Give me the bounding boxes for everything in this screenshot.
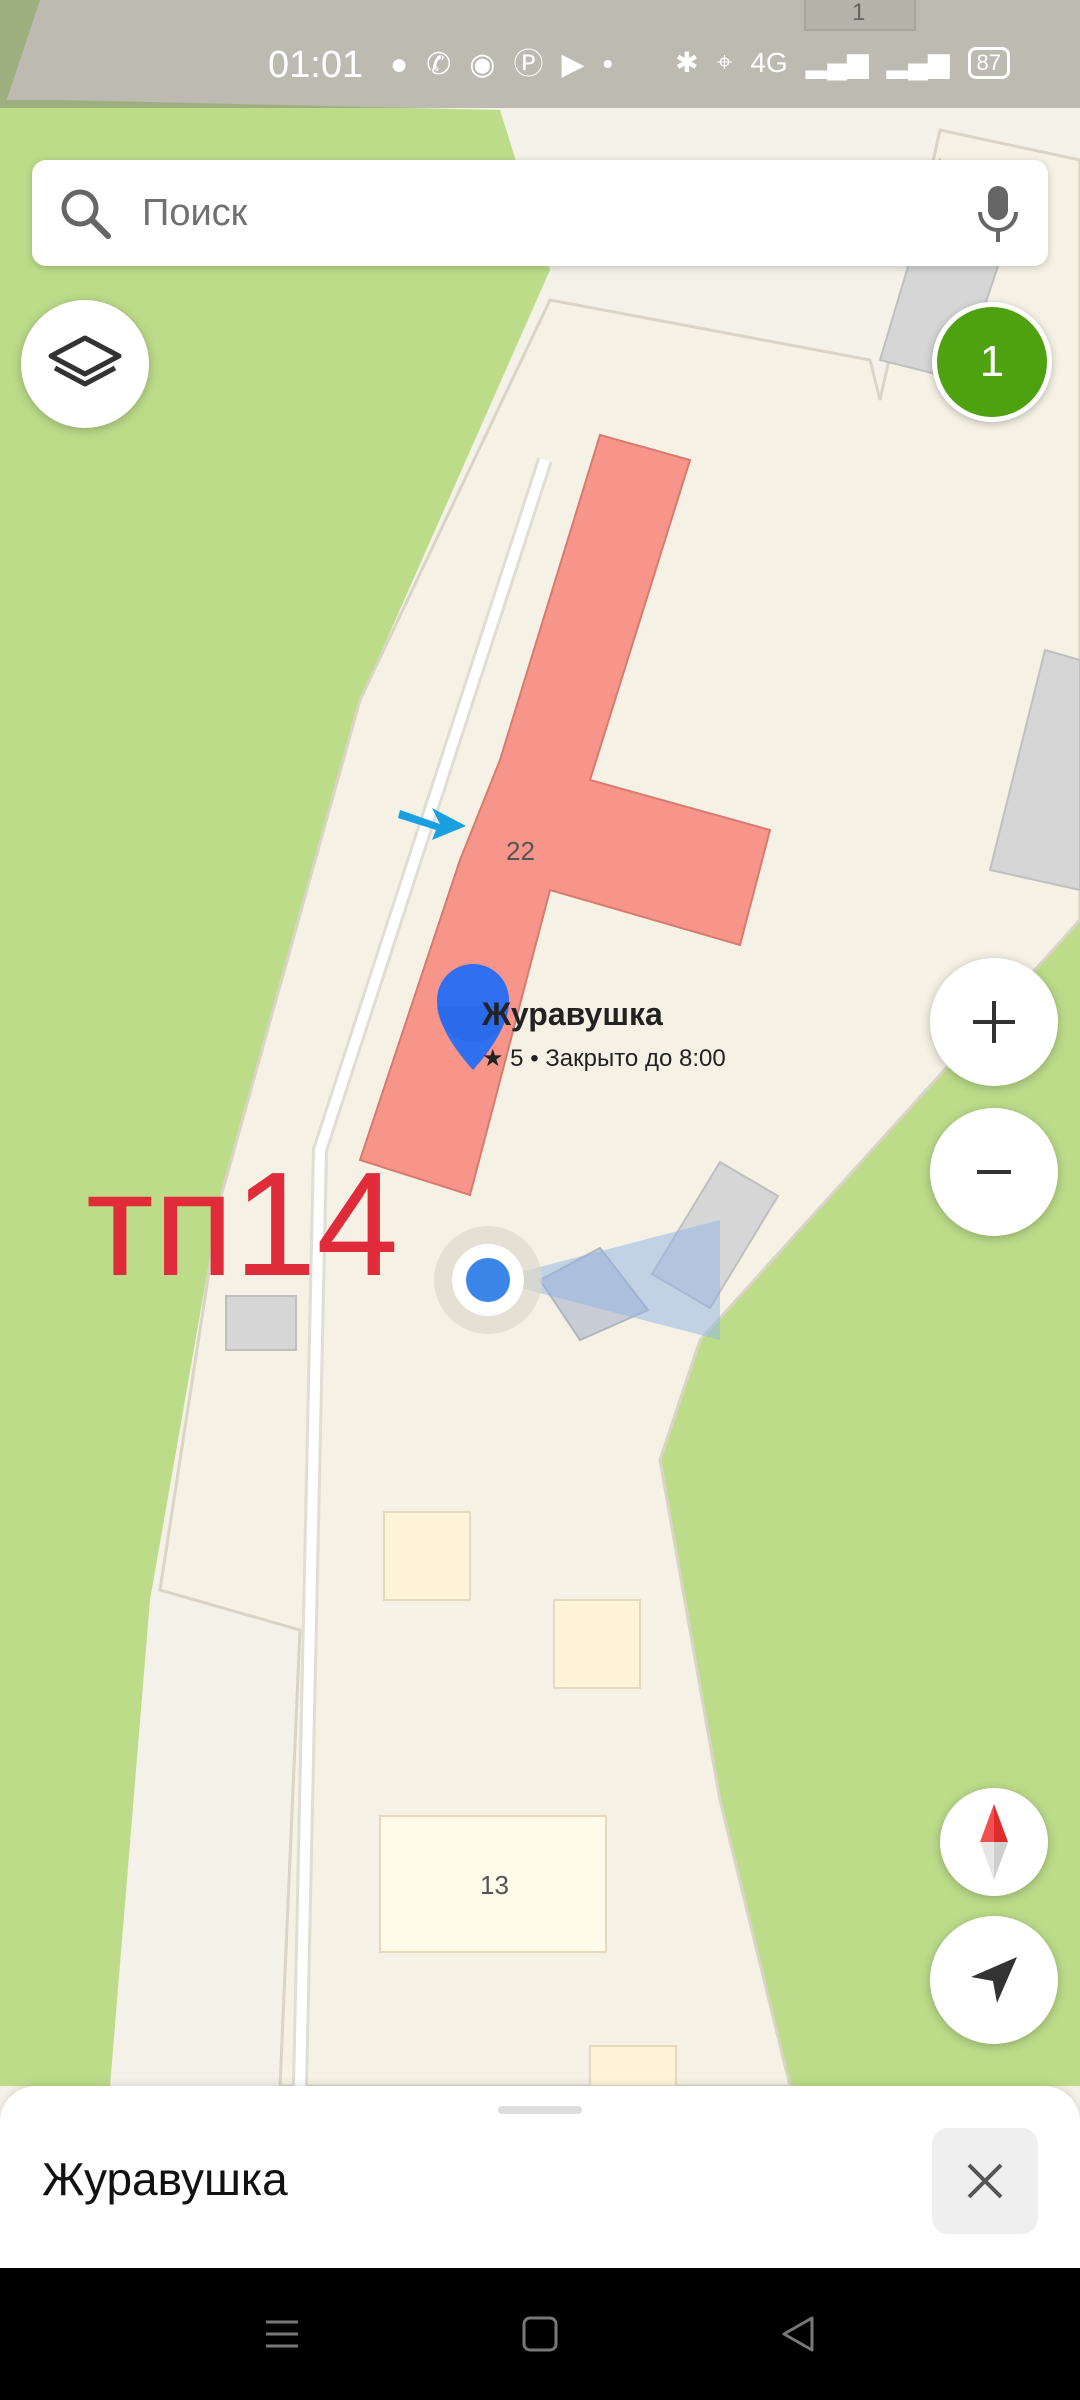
- battery-level: 87: [967, 46, 1010, 79]
- plus-icon: [973, 1001, 1015, 1043]
- bottom-sheet[interactable]: Журавушка: [0, 2086, 1080, 2268]
- counter-badge[interactable]: 1: [932, 302, 1052, 422]
- youtube-icon: ▶: [561, 48, 585, 81]
- dot-icon: •: [602, 48, 614, 81]
- pinterest-icon: Ⓟ: [513, 48, 544, 81]
- back-icon[interactable]: [778, 2314, 818, 2354]
- poi-rating-status: ★ 5 • Закрыто до 8:00: [482, 1045, 726, 1072]
- building-beige-3: [589, 2045, 677, 2087]
- minus-icon: [977, 1170, 1011, 1174]
- search-placeholder: Поиск: [142, 192, 248, 234]
- menu-icon[interactable]: [262, 2314, 302, 2354]
- system-icons: ✱ ⌖ 4G ▂▄▆ ▂▄▆ 87: [675, 46, 1010, 79]
- building-number-22: 22: [506, 836, 535, 866]
- browser-icon: ◉: [469, 48, 496, 81]
- sheet-title: Журавушка: [42, 2153, 288, 2205]
- status-time: 01:01: [268, 44, 364, 86]
- navigation-arrow-icon: [971, 1957, 1017, 2003]
- zoom-out-button[interactable]: [930, 1108, 1058, 1236]
- location-dot: [466, 1258, 510, 1302]
- status-bar: 01:01 ● ✆ ◉ Ⓟ ▶ • ✱ ⌖ 4G ▂▄▆ ▂▄▆ 87: [0, 0, 1080, 108]
- signal-icon-2: ▂▄▆: [886, 47, 950, 78]
- close-icon: [967, 2163, 1003, 2199]
- system-navigation-bar: [0, 2268, 1080, 2400]
- microphone-icon[interactable]: [976, 184, 1020, 244]
- location-icon: ⌖: [716, 46, 733, 77]
- layers-icon: [48, 335, 122, 387]
- close-button[interactable]: [932, 2128, 1038, 2234]
- sheet-handle[interactable]: [498, 2106, 582, 2114]
- notification-icons: ● ✆ ◉ Ⓟ ▶ •: [390, 48, 613, 82]
- zoom-in-button[interactable]: [930, 958, 1058, 1086]
- bluetooth-icon: ✱: [675, 47, 699, 78]
- viber-icon: ✆: [426, 48, 452, 81]
- my-location-button[interactable]: [930, 1916, 1058, 2044]
- signal-icon: ▂▄▆: [805, 47, 869, 78]
- building-beige-1: [383, 1511, 471, 1601]
- compass-icon: [980, 1804, 1008, 1880]
- compass-button[interactable]: [940, 1788, 1048, 1896]
- building-beige-2: [553, 1599, 641, 1689]
- handwritten-annotation: тп14: [86, 1142, 399, 1307]
- home-icon[interactable]: [520, 2314, 560, 2354]
- building-number-13: 13: [480, 1870, 509, 1900]
- search-icon: [61, 189, 111, 239]
- message-icon: ●: [390, 48, 409, 81]
- layers-button[interactable]: [21, 300, 149, 428]
- network-type: 4G: [750, 46, 788, 78]
- search-bar[interactable]: Поиск: [32, 160, 1048, 266]
- poi-name[interactable]: Журавушка: [482, 996, 663, 1033]
